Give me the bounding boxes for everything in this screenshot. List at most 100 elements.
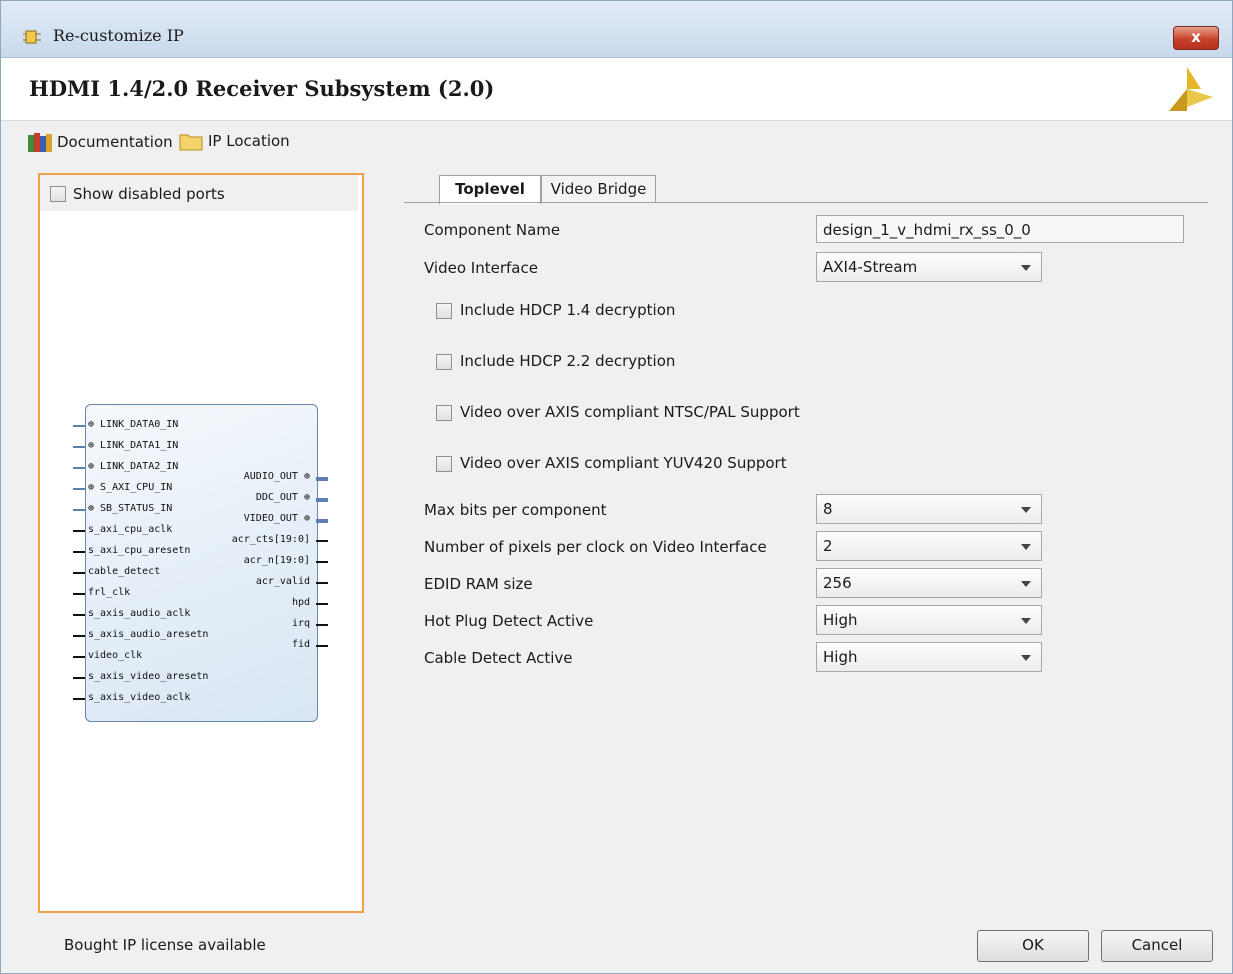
edid-ram-size-label: EDID RAM size	[424, 575, 533, 593]
show-disabled-ports-label: Show disabled ports	[73, 185, 225, 203]
block-right-pin-stub	[316, 645, 328, 647]
cancel-button[interactable]: Cancel	[1101, 930, 1213, 962]
block-right-pin-stub	[316, 582, 328, 584]
video-interface-label: Video Interface	[424, 259, 538, 277]
block-left-pin-stub	[73, 530, 85, 532]
block-left-pin: ⊕ LINK_DATA1_IN	[88, 440, 179, 451]
component-name-label: Component Name	[424, 221, 561, 239]
hdcp22-checkbox[interactable]	[436, 354, 452, 370]
pixels-per-clock-value: 2	[823, 537, 833, 555]
show-disabled-ports-checkbox[interactable]	[50, 186, 66, 202]
ip-location-label: IP Location	[208, 132, 290, 150]
block-left-pin-stub	[73, 488, 85, 490]
block-left-pin-stub	[73, 635, 85, 637]
page-title: HDMI 1.4/2.0 Receiver Subsystem (2.0)	[29, 76, 495, 101]
block-right-pin: fid	[291, 639, 310, 650]
ip-core-icon	[23, 30, 41, 44]
block-right-pin: acr_valid	[255, 576, 310, 587]
xilinx-logo-icon	[1169, 67, 1213, 111]
block-right-pin: hpd	[291, 597, 310, 608]
tab-divider	[404, 202, 1208, 203]
edid-ram-size-select[interactable]: 256	[816, 568, 1042, 598]
block-left-pin-stub	[73, 425, 85, 427]
block-left-pin-stub	[73, 509, 85, 511]
block-right-pin-stub	[316, 477, 328, 481]
window-title: Re-customize IP	[53, 26, 184, 45]
chevron-down-icon	[1021, 618, 1031, 624]
block-left-pin: s_axis_audio_aclk	[88, 608, 191, 619]
block-left-pin-stub	[73, 446, 85, 448]
block-left-pin: ⊕ S_AXI_CPU_IN	[88, 482, 173, 493]
edid-ram-size-value: 256	[823, 574, 852, 592]
books-icon	[28, 133, 52, 152]
block-left-pin: cable_detect	[88, 566, 161, 577]
block-left-pin: s_axis_video_aclk	[88, 692, 191, 703]
dialog-window: Re-customize IP x HDMI 1.4/2.0 Receiver …	[0, 0, 1233, 974]
max-bits-label: Max bits per component	[424, 501, 607, 519]
block-right-pin-stub	[316, 498, 328, 502]
component-name-field[interactable]: design_1_v_hdmi_rx_ss_0_0	[816, 215, 1184, 243]
block-left-pin: ⊕ LINK_DATA0_IN	[88, 419, 179, 430]
close-button[interactable]: x	[1173, 26, 1219, 50]
cable-detect-select[interactable]: High	[816, 642, 1042, 672]
block-left-pin: ⊕ SB_STATUS_IN	[88, 503, 173, 514]
block-right-pin-stub	[316, 540, 328, 542]
hot-plug-detect-select[interactable]: High	[816, 605, 1042, 635]
block-right-pin: irq	[291, 618, 310, 629]
hdcp22-label: Include HDCP 2.2 decryption	[460, 352, 676, 370]
ntsc-pal-label: Video over AXIS compliant NTSC/PAL Suppo…	[460, 403, 800, 421]
chevron-down-icon	[1021, 655, 1031, 661]
block-right-pin-stub	[316, 519, 328, 523]
block-left-pin: s_axi_cpu_aresetn	[88, 545, 191, 556]
max-bits-select[interactable]: 8	[816, 494, 1042, 524]
hdcp14-checkbox[interactable]	[436, 303, 452, 319]
cable-detect-value: High	[823, 648, 858, 666]
title-bar: Re-customize IP x	[1, 1, 1232, 58]
pixels-per-clock-select[interactable]: 2	[816, 531, 1042, 561]
block-left-pin-stub	[73, 614, 85, 616]
hot-plug-detect-value: High	[823, 611, 858, 629]
block-right-pin: VIDEO_OUT ⊕	[243, 513, 310, 524]
hot-plug-detect-label: Hot Plug Detect Active	[424, 612, 594, 630]
block-left-pin: s_axis_video_aresetn	[88, 671, 209, 682]
ip-header: HDMI 1.4/2.0 Receiver Subsystem (2.0)	[1, 58, 1232, 121]
max-bits-value: 8	[823, 500, 833, 518]
yuv420-checkbox[interactable]	[436, 456, 452, 472]
tab-video-bridge[interactable]: Video Bridge	[541, 175, 656, 203]
pixels-per-clock-label: Number of pixels per clock on Video Inte…	[424, 538, 767, 556]
tab-toplevel[interactable]: Toplevel	[439, 175, 541, 204]
documentation-label: Documentation	[57, 133, 173, 151]
yuv420-label: Video over AXIS compliant YUV420 Support	[460, 454, 787, 472]
hdcp14-label: Include HDCP 1.4 decryption	[460, 301, 676, 319]
block-left-pin: frl_clk	[88, 587, 131, 598]
block-right-pin-stub	[316, 624, 328, 626]
block-left-pin: s_axi_cpu_aclk	[88, 524, 173, 535]
chevron-down-icon	[1021, 507, 1031, 513]
block-right-pin: acr_n[19:0]	[243, 555, 310, 566]
ntsc-pal-checkbox[interactable]	[436, 405, 452, 421]
video-interface-select[interactable]: AXI4-Stream	[816, 252, 1042, 282]
block-right-pin: DDC_OUT ⊕	[255, 492, 310, 503]
block-left-pin-stub	[73, 572, 85, 574]
folder-icon	[179, 134, 203, 151]
ip-location-link[interactable]: IP Location	[179, 131, 290, 151]
block-left-pin-stub	[73, 698, 85, 700]
chevron-down-icon	[1021, 265, 1031, 271]
chevron-down-icon	[1021, 581, 1031, 587]
block-left-pin: ⊕ LINK_DATA2_IN	[88, 461, 179, 472]
block-left-pin-stub	[73, 593, 85, 595]
cable-detect-label: Cable Detect Active	[424, 649, 573, 667]
block-left-pin-stub	[73, 551, 85, 553]
block-left-pin-stub	[73, 677, 85, 679]
block-right-pin-stub	[316, 603, 328, 605]
video-interface-value: AXI4-Stream	[823, 258, 918, 276]
block-left-pin: video_clk	[88, 650, 143, 661]
block-right-pin: acr_cts[19:0]	[231, 534, 310, 545]
documentation-link[interactable]: Documentation	[27, 131, 173, 153]
block-left-pin: s_axis_audio_aresetn	[88, 629, 209, 640]
chevron-down-icon	[1021, 544, 1031, 550]
block-left-pin-stub	[73, 656, 85, 658]
ok-button[interactable]: OK	[977, 930, 1089, 962]
block-right-pin-stub	[316, 561, 328, 563]
block-left-pin-stub	[73, 467, 85, 469]
